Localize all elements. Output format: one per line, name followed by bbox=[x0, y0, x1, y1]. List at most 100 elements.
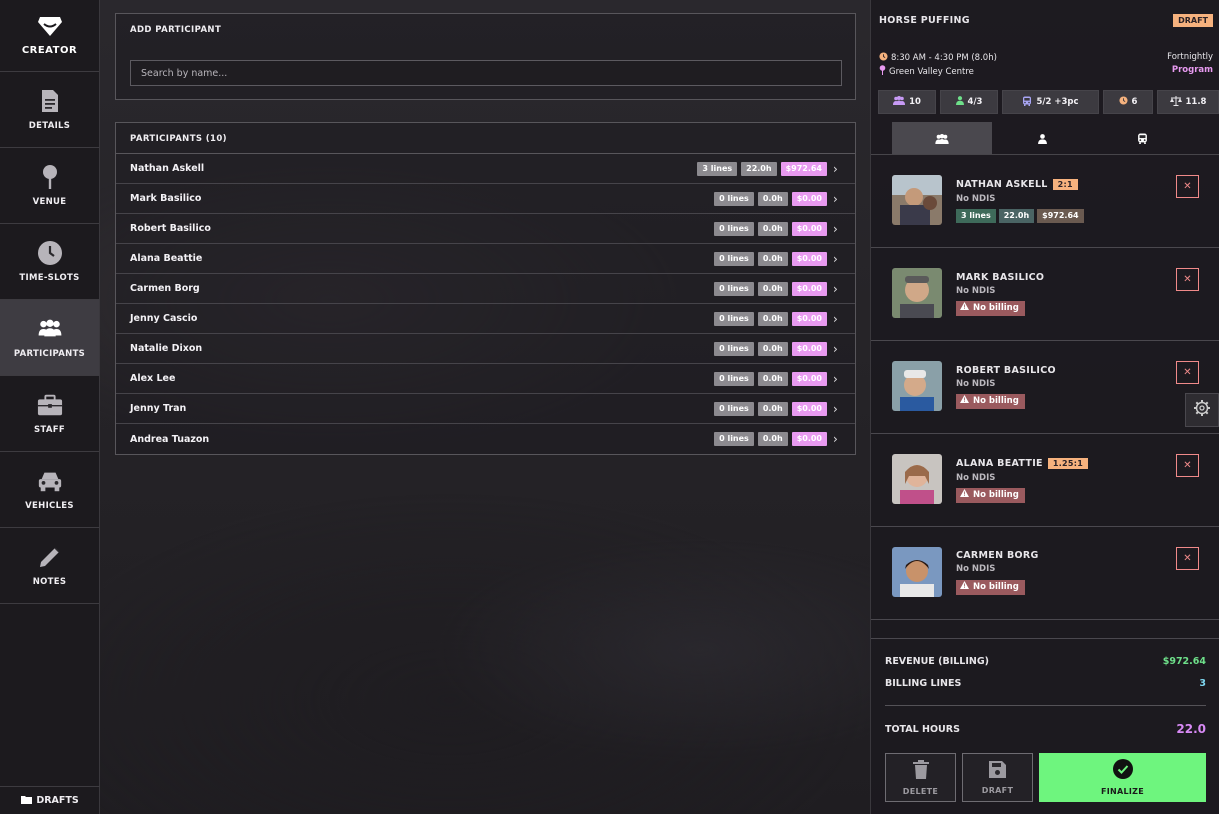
warning-icon bbox=[960, 301, 969, 316]
participant-row[interactable]: Carmen Borg 0 lines 0.0h $0.00 › bbox=[116, 274, 855, 304]
brand-name: CREATOR bbox=[21, 45, 78, 56]
participant-card[interactable]: ALANA BEATTIE 1.25:1 No NDIS No billing … bbox=[871, 434, 1219, 527]
hours-badge: 22.0h bbox=[998, 209, 1035, 223]
ndis-status: No NDIS bbox=[956, 194, 996, 204]
participant-row[interactable]: Natalie Dixon 0 lines 0.0h $0.00 › bbox=[116, 334, 855, 364]
draft-button[interactable]: DRAFT bbox=[962, 753, 1033, 802]
brand-logo[interactable]: CREATOR bbox=[0, 0, 99, 72]
participants-panel: PARTICIPANTS (10) Nathan Askell 3 lines … bbox=[115, 122, 856, 455]
billing-lines-label: BILLING LINES bbox=[885, 678, 962, 689]
nav-details-label: DETAILS bbox=[28, 121, 71, 131]
bus-icon bbox=[1137, 129, 1148, 148]
diamond-icon bbox=[37, 15, 63, 41]
chevron-right-icon: › bbox=[833, 371, 838, 386]
participant-card[interactable]: MARK BASILICO No NDIS No billing ✕ bbox=[871, 248, 1219, 341]
nav-time-slots[interactable]: TIME-SLOTS bbox=[0, 224, 99, 300]
tab-participants[interactable] bbox=[892, 122, 992, 154]
nav-notes[interactable]: NOTES bbox=[0, 528, 99, 604]
chevron-right-icon: › bbox=[833, 432, 838, 446]
participant-card[interactable]: ROBERT BASILICO No NDIS No billing ✕ bbox=[871, 341, 1219, 434]
remove-button[interactable]: ✕ bbox=[1176, 547, 1199, 570]
tab-staff[interactable] bbox=[992, 122, 1092, 154]
nav-venue-label: VENUE bbox=[32, 197, 67, 207]
participant-name: Jenny Cascio bbox=[130, 313, 198, 324]
nav-vehicles[interactable]: VEHICLES bbox=[0, 452, 99, 528]
participants-title: PARTICIPANTS (10) bbox=[130, 134, 227, 144]
check-circle-icon bbox=[1112, 759, 1133, 781]
participant-row[interactable]: Nathan Askell 3 lines 22.0h $972.64 › bbox=[116, 154, 855, 184]
tab-vehicles[interactable] bbox=[1092, 122, 1192, 154]
stat-slots: 6 bbox=[1103, 90, 1153, 114]
ratio-badge: 1.25:1 bbox=[1047, 458, 1089, 469]
no-billing-badge: No billing bbox=[956, 301, 1025, 316]
card-name-row: CARMEN BORG bbox=[956, 550, 1039, 561]
view-tabs bbox=[892, 122, 1192, 154]
participant-row[interactable]: Jenny Tran 0 lines 0.0h $0.00 › bbox=[116, 394, 855, 424]
summary-divider bbox=[871, 638, 1219, 639]
card-name-row: MARK BASILICO bbox=[956, 272, 1044, 283]
nav-details[interactable]: DETAILS bbox=[0, 72, 99, 148]
lines-badge: 3 lines bbox=[956, 209, 996, 223]
participant-name: Nathan Askell bbox=[130, 163, 205, 174]
ratio-badge: 2:1 bbox=[1052, 179, 1078, 190]
stat-slots-value: 6 bbox=[1131, 97, 1138, 107]
drafts-link[interactable]: DRAFTS bbox=[0, 786, 100, 814]
no-billing-badge: No billing bbox=[956, 488, 1025, 503]
delete-button[interactable]: DELETE bbox=[885, 753, 956, 802]
hours-badge: 0.0h bbox=[757, 191, 788, 206]
lines-badge: 0 lines bbox=[714, 221, 754, 236]
participants-header: PARTICIPANTS (10) bbox=[116, 123, 855, 154]
participant-row[interactable]: Jenny Cascio 0 lines 0.0h $0.00 › bbox=[116, 304, 855, 334]
amount-badge: $0.00 bbox=[791, 432, 827, 446]
amount-badge: $972.64 bbox=[1037, 209, 1084, 223]
clock-icon bbox=[37, 240, 63, 266]
remove-button[interactable]: ✕ bbox=[1176, 361, 1199, 384]
no-billing-text: No billing bbox=[973, 303, 1019, 313]
search-input[interactable] bbox=[130, 60, 842, 86]
add-participant-panel: ADD PARTICIPANT bbox=[115, 13, 856, 100]
participant-name: Andrea Tuazon bbox=[130, 433, 210, 445]
no-billing-text: No billing bbox=[973, 582, 1019, 592]
card-name-row: ALANA BEATTIE 1.25:1 bbox=[956, 458, 1089, 469]
chevron-right-icon: › bbox=[833, 341, 838, 356]
participant-name: Robert Basilico bbox=[130, 223, 211, 234]
warning-icon bbox=[960, 394, 969, 409]
stat-staff: 4/3 bbox=[940, 90, 998, 114]
no-billing-badge: No billing bbox=[956, 580, 1025, 595]
revenue-value: $972.64 bbox=[1162, 656, 1206, 667]
participant-card[interactable]: NATHAN ASKELL 2:1 No NDIS 3 lines 22.0h … bbox=[871, 155, 1219, 248]
lines-badge: 0 lines bbox=[714, 251, 754, 266]
amount-badge: $0.00 bbox=[791, 401, 827, 416]
lines-badge: 0 lines bbox=[714, 401, 754, 416]
card-name: ALANA BEATTIE bbox=[956, 458, 1043, 469]
chevron-right-icon: › bbox=[833, 191, 838, 206]
remove-button[interactable]: ✕ bbox=[1176, 454, 1199, 477]
remove-button[interactable]: ✕ bbox=[1176, 268, 1199, 291]
participant-row[interactable]: Robert Basilico 0 lines 0.0h $0.00 › bbox=[116, 214, 855, 244]
chevron-right-icon: › bbox=[833, 281, 838, 296]
total-hours-value: 22.0 bbox=[1176, 722, 1206, 736]
no-billing-text: No billing bbox=[973, 490, 1019, 500]
nav-staff[interactable]: STAFF bbox=[0, 376, 99, 452]
scale-icon bbox=[1169, 95, 1182, 109]
participant-row[interactable]: Alex Lee 0 lines 0.0h $0.00 › bbox=[116, 364, 855, 394]
remove-button[interactable]: ✕ bbox=[1176, 175, 1199, 198]
pin-icon bbox=[37, 164, 63, 190]
avatar bbox=[892, 547, 942, 597]
nav-venue[interactable]: VENUE bbox=[0, 148, 99, 224]
hours-badge: 0.0h bbox=[757, 432, 788, 446]
stats-bar: 10 4/3 5/2 +3pc 6 11.8 bbox=[878, 90, 1219, 114]
nav-participants[interactable]: PARTICIPANTS bbox=[0, 300, 99, 376]
settings-button[interactable] bbox=[1185, 393, 1219, 427]
participant-row[interactable]: Alana Beattie 0 lines 0.0h $0.00 › bbox=[116, 244, 855, 274]
finalize-button[interactable]: FINALIZE bbox=[1039, 753, 1206, 802]
users-icon bbox=[935, 129, 949, 148]
participant-row[interactable]: Andrea Tuazon 0 lines 0.0h $0.00 › bbox=[116, 424, 855, 454]
participant-card[interactable]: CARMEN BORG No NDIS No billing ✕ bbox=[871, 527, 1219, 620]
hours-badge: 0.0h bbox=[757, 341, 788, 356]
revenue-label: REVENUE (BILLING) bbox=[885, 656, 989, 667]
avatar bbox=[892, 175, 942, 225]
lines-badge: 0 lines bbox=[714, 371, 754, 386]
nav-time-slots-label: TIME-SLOTS bbox=[19, 273, 80, 283]
participant-row[interactable]: Mark Basilico 0 lines 0.0h $0.00 › bbox=[116, 184, 855, 214]
